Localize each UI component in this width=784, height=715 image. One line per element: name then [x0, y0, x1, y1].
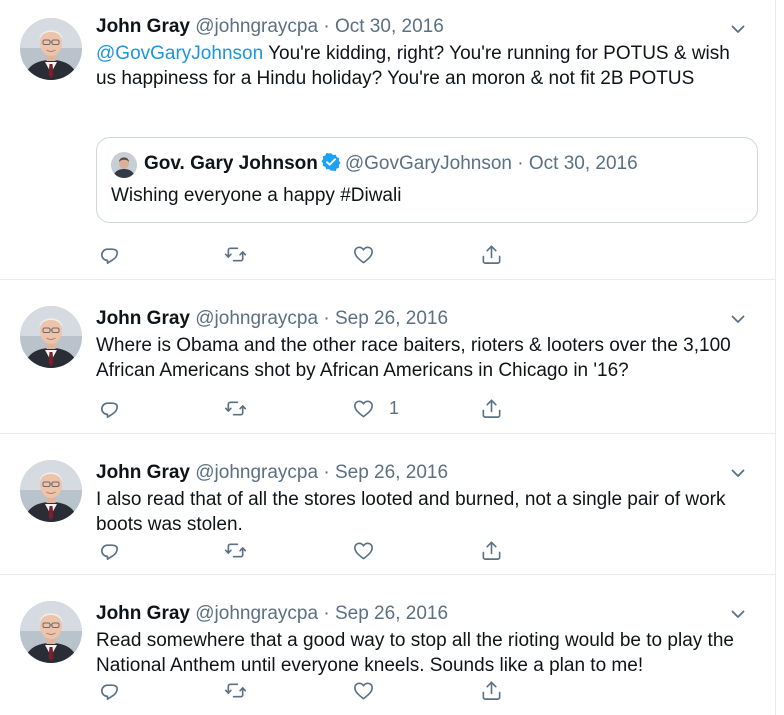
quoted-date: Oct 30, 2016 — [528, 153, 638, 174]
chevron-down-icon[interactable] — [729, 310, 747, 328]
separator-dot: · — [323, 16, 330, 37]
avatar[interactable] — [20, 18, 82, 80]
retweet-icon — [224, 679, 247, 702]
reply-button[interactable] — [98, 538, 121, 562]
separator-dot: · — [323, 462, 330, 483]
reply-icon — [98, 397, 121, 420]
tweet[interactable]: John Gray @johngraycpa · Sep 26, 2016 Re… — [0, 575, 775, 715]
reply-button[interactable] — [98, 678, 121, 702]
share-button[interactable] — [480, 538, 503, 562]
quoted-avatar — [111, 152, 137, 178]
share-button[interactable] — [480, 678, 503, 702]
tweet-header: John Gray @johngraycpa · Sep 26, 2016 — [96, 460, 745, 486]
reply-button[interactable] — [98, 242, 121, 266]
author-name[interactable]: John Gray — [96, 308, 190, 329]
like-count: 1 — [389, 397, 400, 418]
retweet-button[interactable] — [224, 538, 247, 562]
author-name[interactable]: John Gray — [96, 603, 190, 624]
share-button[interactable] — [480, 396, 503, 420]
quoted-author-handle: @GovGaryJohnson — [344, 153, 512, 174]
author-handle[interactable]: @johngraycpa — [195, 16, 318, 37]
retweet-icon — [224, 539, 247, 562]
retweet-icon — [224, 243, 247, 266]
tweet-actions — [96, 242, 516, 268]
author-name[interactable]: John Gray — [96, 16, 190, 37]
tweet-date[interactable]: Sep 26, 2016 — [335, 603, 448, 624]
retweet-button[interactable] — [224, 396, 247, 420]
retweet-button[interactable] — [224, 678, 247, 702]
like-button[interactable] — [352, 678, 375, 702]
reply-button[interactable] — [98, 396, 121, 420]
share-button[interactable] — [480, 242, 503, 266]
retweet-icon — [224, 397, 247, 420]
chevron-down-icon[interactable] — [729, 464, 747, 482]
tweet-text: Read somewhere that a good way to stop a… — [96, 630, 734, 676]
like-button[interactable] — [352, 242, 375, 266]
reply-icon — [98, 539, 121, 562]
avatar[interactable] — [20, 460, 82, 522]
avatar[interactable] — [20, 306, 82, 368]
tweet-header: John Gray @johngraycpa · Sep 26, 2016 — [96, 306, 745, 332]
tweet-actions: 1 — [96, 396, 516, 422]
tweet-content: John Gray @johngraycpa · Sep 26, 2016 I … — [96, 460, 745, 537]
avatar[interactable] — [20, 601, 82, 663]
tweet-actions — [96, 538, 516, 564]
author-name[interactable]: John Gray — [96, 462, 190, 483]
chevron-down-icon[interactable] — [729, 20, 747, 38]
share-icon — [480, 397, 503, 420]
share-icon — [480, 679, 503, 702]
quoted-header: Gov. Gary Johnson @GovGaryJohnson · Oct 3… — [144, 151, 638, 177]
tweet-date[interactable]: Sep 26, 2016 — [335, 308, 448, 329]
like-button[interactable] — [352, 538, 375, 562]
reply-icon — [98, 679, 121, 702]
tweet-actions — [96, 678, 516, 704]
like-button[interactable]: 1 — [352, 396, 399, 420]
heart-icon — [352, 397, 375, 420]
tweet-date[interactable]: Oct 30, 2016 — [335, 16, 444, 37]
quoted-author-name: Gov. Gary Johnson — [144, 153, 318, 174]
heart-icon — [352, 679, 375, 702]
heart-icon — [352, 243, 375, 266]
separator-dot: · — [323, 308, 330, 329]
tweet-timeline: John Gray @johngraycpa · Oct 30, 2016 @G… — [0, 0, 776, 715]
share-icon — [480, 243, 503, 266]
tweet-content: John Gray @johngraycpa · Oct 30, 2016 @G… — [96, 14, 745, 91]
tweet-header: John Gray @johngraycpa · Sep 26, 2016 — [96, 601, 745, 627]
separator-dot: · — [323, 603, 330, 624]
tweet-text: Where is Obama and the other race baiter… — [96, 335, 731, 381]
mention-link[interactable]: @GovGaryJohnson — [96, 43, 263, 64]
tweet[interactable]: John Gray @johngraycpa · Oct 30, 2016 @G… — [0, 0, 775, 280]
tweet-header: John Gray @johngraycpa · Oct 30, 2016 — [96, 14, 745, 40]
share-icon — [480, 539, 503, 562]
author-handle[interactable]: @johngraycpa — [195, 603, 318, 624]
heart-icon — [352, 539, 375, 562]
tweet-text: I also read that of all the stores loote… — [96, 489, 726, 535]
tweet-content: John Gray @johngraycpa · Sep 26, 2016 Re… — [96, 601, 745, 678]
chevron-down-icon[interactable] — [729, 605, 747, 623]
retweet-button[interactable] — [224, 242, 247, 266]
tweet-text: @GovGaryJohnson You're kidding, right? Y… — [96, 42, 745, 91]
quoted-tweet[interactable]: Gov. Gary Johnson @GovGaryJohnson · Oct 3… — [96, 137, 758, 223]
tweet-content: John Gray @johngraycpa · Sep 26, 2016 Wh… — [96, 306, 745, 383]
separator-dot: · — [517, 153, 524, 174]
tweet-date[interactable]: Sep 26, 2016 — [335, 462, 448, 483]
tweet[interactable]: John Gray @johngraycpa · Sep 26, 2016 Wh… — [0, 280, 775, 434]
author-handle[interactable]: @johngraycpa — [195, 462, 318, 483]
quoted-text: Wishing everyone a happy #Diwali — [111, 185, 402, 206]
verified-badge-icon — [321, 152, 341, 172]
tweet[interactable]: John Gray @johngraycpa · Sep 26, 2016 I … — [0, 434, 775, 575]
reply-icon — [98, 243, 121, 266]
author-handle[interactable]: @johngraycpa — [195, 308, 318, 329]
